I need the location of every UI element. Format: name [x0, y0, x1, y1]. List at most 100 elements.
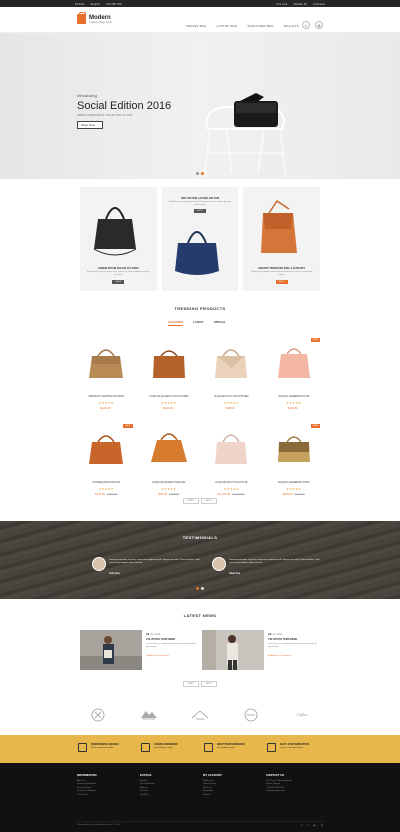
- brand-logo[interactable]: [233, 704, 269, 726]
- brand-logo[interactable]: MOUNTAIN: [131, 704, 167, 726]
- news-date: 12Jun 2016: [146, 632, 161, 636]
- cart-icon[interactable]: ◍: [315, 21, 323, 29]
- footer-link[interactable]: Contact Us: [77, 794, 132, 797]
- tab-special[interactable]: SPECIAL: [214, 320, 226, 326]
- footer-column: EXTRAS Brands Gift Certificates Affiliat…: [140, 773, 195, 797]
- arrow-right-icon: →: [95, 123, 99, 127]
- logo-title: Modern: [89, 14, 111, 21]
- performance-icon: [204, 743, 213, 752]
- rating-stars: ★★★★★: [161, 401, 177, 405]
- latest-news-title: LATEST NEWS: [183, 613, 217, 618]
- promo-banner[interactable]: SED DICTUM LACINIA DICTUM Vestibulum ant…: [161, 187, 239, 291]
- mountain-icon: [141, 710, 157, 718]
- rating-stars: ★★★★★: [161, 487, 177, 491]
- product-card[interactable]: SALE ALIQUET LEABERIAN FUSE ★★★★★ $122.0…: [266, 338, 323, 416]
- nav-item-shoulder-bag[interactable]: SHOULDER BAG: [247, 24, 273, 28]
- footer-bottom: Powered By OpenCart Modern Store © 2016 …: [77, 821, 323, 827]
- product-name: ALIQUAM QUAERAT MOLLER: [152, 481, 186, 484]
- checkout-link[interactable]: Checkout: [313, 2, 325, 6]
- news-date: 12Jun 2016: [268, 632, 283, 636]
- rating-stars: ★★★★★: [98, 487, 114, 491]
- product-image: [89, 349, 123, 378]
- language-select[interactable]: English: [91, 2, 100, 6]
- product-image: [215, 349, 247, 378]
- product-card[interactable]: SALE CONSEQUATUR DOLOR ★★★★★ $134.00 $172…: [78, 424, 135, 502]
- twitter-icon[interactable]: t: [307, 824, 308, 827]
- news-item[interactable]: 12Jun 2016 VOLUPTATE TEMP DEMO Lorem ips…: [202, 630, 320, 670]
- copyright: Powered By OpenCart Modern Store © 2016: [77, 824, 121, 826]
- brand-logo[interactable]: Coffee: [284, 704, 320, 726]
- product-price: $110.00 $122.00: [282, 492, 305, 496]
- product-price: $134.00 $172.00: [95, 492, 118, 496]
- product-card[interactable]: ALIQUAM QUAERAT VOLUPTATEM ★★★★★ $122.00: [141, 338, 198, 416]
- tab-latest[interactable]: LATEST: [193, 320, 204, 326]
- nav-item-laptop-bag[interactable]: LAPTOP BAG: [217, 24, 238, 28]
- footer-link[interactable]: Returns: [203, 794, 258, 797]
- product-name: ALIQUAM QUAERAT VOLUPTATEM: [149, 395, 189, 398]
- currency-select[interactable]: $ Dollar: [75, 2, 85, 6]
- product-price: $98.00: [225, 406, 235, 410]
- logo-subtitle: Creative Bags Shop: [89, 20, 113, 24]
- product-name: CONSEQUATUR DOLOR: [92, 481, 121, 484]
- slider-dots[interactable]: [196, 172, 204, 175]
- browser-icon: [141, 743, 150, 752]
- brand-logo[interactable]: TRAVEL: [182, 704, 218, 726]
- site-header: Modern Creative Bags Shop TRAVEL BAG LAP…: [0, 7, 400, 33]
- promo-banner[interactable]: LOREM IPSUM DOLOR SIT AMET Nunc efficitu…: [80, 187, 157, 291]
- account-link[interactable]: Your Link: [276, 2, 288, 6]
- rating-stars: ★★★★★: [286, 401, 302, 405]
- banner-title: SED DICTUM LACINIA DICTUM: [180, 197, 220, 200]
- tab-featured[interactable]: FEATURED: [168, 320, 184, 326]
- linkedin-icon[interactable]: in: [321, 824, 323, 827]
- product-name: ALIQUAM QUAT VOLUPTATEM: [214, 395, 249, 398]
- prev-button[interactable]: PREV: [183, 498, 199, 504]
- rating-stars: ★★★★★: [98, 401, 114, 405]
- black-handbag-image: [93, 207, 137, 256]
- testimonial-author: Aliqu Doe: [229, 572, 241, 575]
- product-image: [89, 435, 123, 464]
- product-name: ALIQUET LEABERIAN FUSE: [278, 395, 310, 398]
- trending-title: TRENDING PRODUCTS: [174, 306, 226, 311]
- product-card[interactable]: ABSTRACT LEATHER SATCHEL ★★★★★ $146.00: [78, 338, 135, 416]
- testimonials-section: TESTIMONIALS Lorem ipsum dolor sit amet,…: [0, 521, 400, 599]
- brand-logos: MOUNTAIN TRAVEL Coffee: [80, 702, 320, 728]
- banner-desc: Nunc efficitur, ultricies ipsum risus, f…: [86, 271, 150, 276]
- footer-link[interactable]: Site Map: [140, 794, 195, 797]
- next-button[interactable]: NEXT: [201, 498, 217, 504]
- product-card[interactable]: ALIQUAM QUAERAT MOLLER ★★★★★ $90.00 $128.…: [141, 424, 198, 502]
- footer-column: INFORMATION About Us Delivery Informatio…: [77, 773, 132, 797]
- shop-now-button[interactable]: Shop Now →: [77, 121, 103, 129]
- product-image: [215, 434, 247, 464]
- brand-logo[interactable]: [80, 704, 116, 726]
- tan-shoulder-bag-image: [261, 199, 298, 253]
- banner-button[interactable]: SHOP: [275, 280, 288, 284]
- facebook-icon[interactable]: f: [302, 824, 303, 827]
- wishlist-link[interactable]: Wishlist (0): [293, 2, 307, 6]
- banner-button[interactable]: SHOP: [194, 209, 206, 213]
- product-card[interactable]: ALIQUAM QUAT VOLUPTATEM ★★★★★ $98.00: [203, 338, 260, 416]
- google-plus-icon[interactable]: g+: [313, 824, 316, 827]
- news-headline: VOLUPTATE TEMP DEMO: [146, 638, 176, 641]
- promo-banner[interactable]: MAURIS TINCIDUNT NISL A SUSCIPIT Pellent…: [243, 187, 321, 291]
- testimonial-dots[interactable]: [196, 587, 204, 590]
- product-card[interactable]: SALE ALIQUET LEABERIAN VORO ★★★★★ $110.0…: [266, 424, 323, 502]
- crossed-tools-icon: [91, 708, 105, 722]
- news-image: [202, 630, 264, 670]
- avatar: [92, 557, 106, 571]
- news-headline: VOLUPTATE TEMP DEMO: [268, 638, 298, 641]
- news-item[interactable]: 12Jun 2016 VOLUPTATE TEMP DEMO Lorem ips…: [80, 630, 198, 670]
- nav-item-wallets[interactable]: WALLETS: [284, 24, 299, 28]
- nav-item-travel-bag[interactable]: TRAVEL BAG: [186, 24, 207, 28]
- product-name: ABSTRACT LEATHER SATCHEL: [88, 395, 125, 398]
- prev-button[interactable]: PREV: [183, 681, 199, 687]
- testimonials-title: TESTIMONIALS: [182, 535, 218, 540]
- next-button[interactable]: NEXT: [201, 681, 217, 687]
- product-image: [152, 350, 185, 378]
- logo[interactable]: Modern Creative Bags Shop: [77, 12, 113, 24]
- hero-chair-bag-image: [203, 93, 287, 177]
- feature-item: EASY CUSTOMIZATION easy to customize them…: [267, 743, 327, 757]
- banner-button[interactable]: SHOP: [112, 280, 125, 284]
- product-card[interactable]: ALIQUAM QUAT VOLUPTATE ★★★★★ $1,122.00 $1…: [203, 424, 260, 502]
- search-icon[interactable]: ⌕: [302, 21, 310, 29]
- feature-item: BEST PERFORMANCE fast loading images: [204, 743, 264, 757]
